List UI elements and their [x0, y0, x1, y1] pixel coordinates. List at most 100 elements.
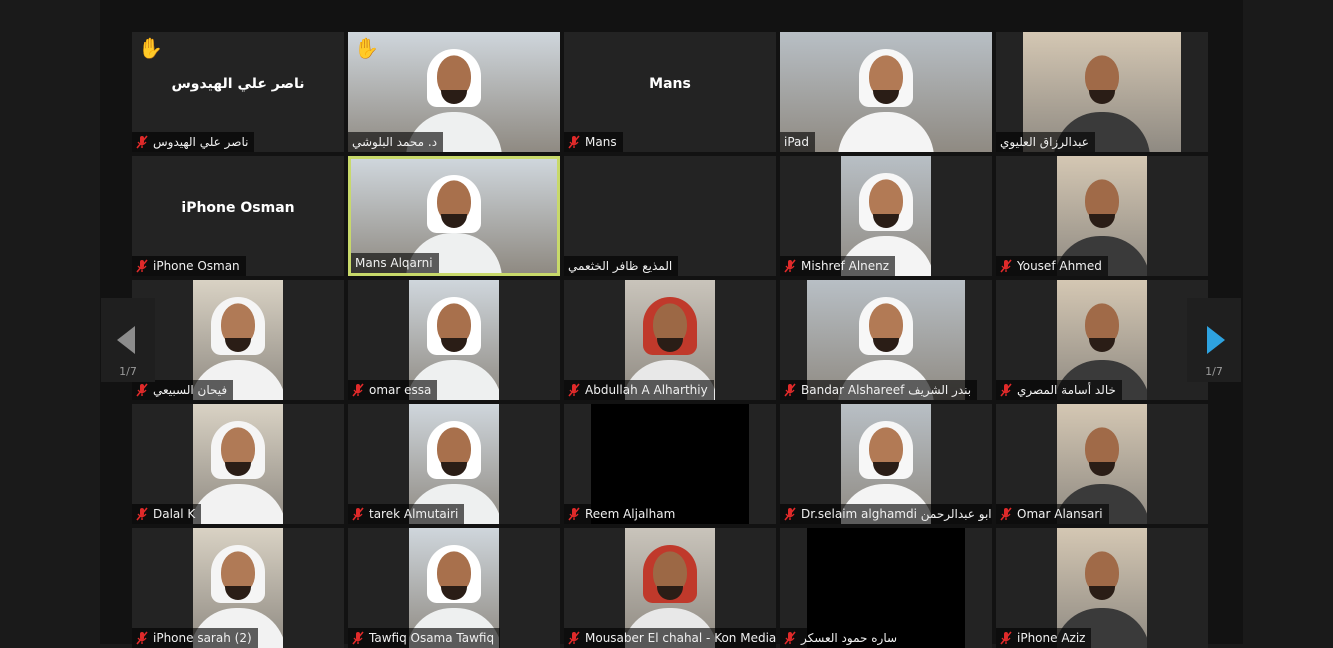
participant-name: Omar Alansari	[1017, 507, 1103, 521]
participant-tile[interactable]: عبدالرزاق العليوي	[996, 32, 1208, 152]
participant-name: Mans Alqarni	[355, 256, 433, 270]
participant-grid: ناصر علي الهيدوس ✋ ناصر علي الهيدوس ✋ د. محم…	[132, 32, 1208, 648]
participant-tile[interactable]: Omar Alansari	[996, 404, 1208, 524]
raise-hand-icon: ✋	[138, 36, 163, 60]
muted-mic-icon	[136, 259, 148, 273]
participant-name-label: خالد أسامة المصري	[996, 380, 1122, 400]
participant-name: خالد أسامة المصري	[1017, 383, 1116, 397]
muted-mic-icon	[784, 259, 796, 273]
participant-display-name: iPhone Osman	[181, 200, 295, 216]
participant-display-name: Mans	[649, 76, 691, 92]
participant-tile[interactable]: Yousef Ahmed	[996, 156, 1208, 276]
participant-name-label: د. محمد البلوشي	[348, 132, 444, 152]
participant-name: Abdullah A Alharthiy	[585, 383, 708, 397]
participant-name: عبدالرزاق العليوي	[1000, 135, 1089, 149]
participant-name: iPhone sarah (2)	[153, 631, 252, 645]
chevron-left-icon	[117, 326, 135, 354]
participant-tile[interactable]: Reem Aljalham	[564, 404, 776, 524]
participant-video	[193, 404, 283, 524]
muted-mic-icon	[568, 507, 580, 521]
muted-mic-icon	[352, 631, 364, 645]
participant-name: iPhone Aziz	[1017, 631, 1086, 645]
participant-name-label: ساره حمود العسكر	[780, 628, 904, 648]
muted-mic-icon	[784, 507, 796, 521]
participant-tile[interactable]: iPad	[780, 32, 992, 152]
muted-mic-icon	[352, 383, 364, 397]
participant-name-label: Mishref Alnenz	[780, 256, 896, 276]
participant-name-label: Reem Aljalham	[564, 504, 682, 524]
participant-tile[interactable]: ناصر علي الهيدوس ✋ ناصر علي الهيدوس	[132, 32, 344, 152]
participant-tile[interactable]: Mans Alqarni	[348, 156, 560, 276]
participant-name: tarek Almutairi	[369, 507, 459, 521]
participant-name-label: Abdullah A Alharthiy	[564, 380, 714, 400]
participant-tile[interactable]: omar essa	[348, 280, 560, 400]
participant-tile[interactable]: فيحان السبيعي	[132, 280, 344, 400]
muted-mic-icon	[136, 383, 148, 397]
participant-name: Reem Aljalham	[585, 507, 676, 521]
participant-tile[interactable]: Abdullah A Alharthiy	[564, 280, 776, 400]
participant-tile[interactable]: ساره حمود العسكر	[780, 528, 992, 648]
participant-name-label: iPhone Aziz	[996, 628, 1092, 648]
participant-name-label: عبدالرزاق العليوي	[996, 132, 1095, 152]
participant-name-label: Dalal K	[132, 504, 202, 524]
page-indicator-left: 1/7	[119, 365, 137, 378]
previous-page-button[interactable]: 1/7	[101, 298, 155, 382]
participant-name-label: Mousaber El chahal - Kon Media	[564, 628, 776, 648]
participant-name-label: Yousef Ahmed	[996, 256, 1108, 276]
participant-name: Mans	[585, 135, 617, 149]
participant-name-label: iPhone sarah (2)	[132, 628, 258, 648]
participant-name-label: Omar Alansari	[996, 504, 1109, 524]
participant-name: omar essa	[369, 383, 432, 397]
muted-mic-icon	[136, 135, 148, 149]
muted-mic-icon	[136, 507, 148, 521]
participant-display-name: ناصر علي الهيدوس	[171, 76, 305, 92]
participant-name: ناصر علي الهيدوس	[153, 135, 249, 149]
left-margin	[0, 0, 100, 644]
muted-mic-icon	[136, 631, 148, 645]
participant-tile[interactable]: Mans Mans	[564, 32, 776, 152]
muted-mic-icon	[1000, 259, 1012, 273]
participant-name: iPad	[784, 135, 810, 149]
participant-name: Mishref Alnenz	[801, 259, 890, 273]
participant-name-label: Tawfiq Osama Tawfiq	[348, 628, 501, 648]
participant-tile[interactable]: tarek Almutairi	[348, 404, 560, 524]
participant-name-label: ناصر علي الهيدوس	[132, 132, 255, 152]
right-margin	[1243, 0, 1333, 644]
next-page-button[interactable]: 1/7	[1187, 298, 1241, 382]
participant-tile[interactable]: iPhone Aziz	[996, 528, 1208, 648]
participant-name-label: فيحان السبيعي	[132, 380, 234, 400]
participant-tile[interactable]: Mishref Alnenz	[780, 156, 992, 276]
muted-mic-icon	[1000, 383, 1012, 397]
participant-name: فيحان السبيعي	[153, 383, 228, 397]
participant-name: ساره حمود العسكر	[801, 631, 898, 645]
muted-mic-icon	[568, 135, 580, 149]
muted-mic-icon	[568, 383, 580, 397]
participant-name: Bandar Alshareef بندر الشريف	[801, 383, 972, 397]
participant-name-label: Mans Alqarni	[351, 253, 439, 273]
participant-name-label: Dr.selaim alghamdi ابو عبدالرحمن	[780, 504, 992, 524]
muted-mic-icon	[784, 631, 796, 645]
participant-name: Mousaber El chahal - Kon Media	[585, 631, 776, 645]
participant-tile[interactable]: Tawfiq Osama Tawfiq	[348, 528, 560, 648]
muted-mic-icon	[1000, 507, 1012, 521]
participant-name-label: omar essa	[348, 380, 438, 400]
participant-tile[interactable]: iPhone sarah (2)	[132, 528, 344, 648]
participant-tile[interactable]: المذيع ظافر الخثعمي	[564, 156, 776, 276]
participant-name: Yousef Ahmed	[1017, 259, 1102, 273]
participant-name-label: iPad	[780, 132, 816, 152]
participant-name-label: المذيع ظافر الخثعمي	[564, 256, 679, 276]
participant-name: iPhone Osman	[153, 259, 240, 273]
participant-name: Tawfiq Osama Tawfiq	[369, 631, 495, 645]
participant-tile[interactable]: ✋ د. محمد البلوشي	[348, 32, 560, 152]
chevron-right-icon	[1207, 326, 1225, 354]
participant-tile[interactable]: خالد أسامة المصري	[996, 280, 1208, 400]
participant-tile[interactable]: Bandar Alshareef بندر الشريف	[780, 280, 992, 400]
participant-tile[interactable]: iPhone Osman iPhone Osman	[132, 156, 344, 276]
muted-mic-icon	[1000, 631, 1012, 645]
participant-tile[interactable]: Dr.selaim alghamdi ابو عبدالرحمن	[780, 404, 992, 524]
raise-hand-icon: ✋	[354, 36, 379, 60]
participant-name: د. محمد البلوشي	[352, 135, 438, 149]
participant-name-label: Bandar Alshareef بندر الشريف	[780, 380, 978, 400]
participant-tile[interactable]: Mousaber El chahal - Kon Media	[564, 528, 776, 648]
participant-tile[interactable]: Dalal K	[132, 404, 344, 524]
